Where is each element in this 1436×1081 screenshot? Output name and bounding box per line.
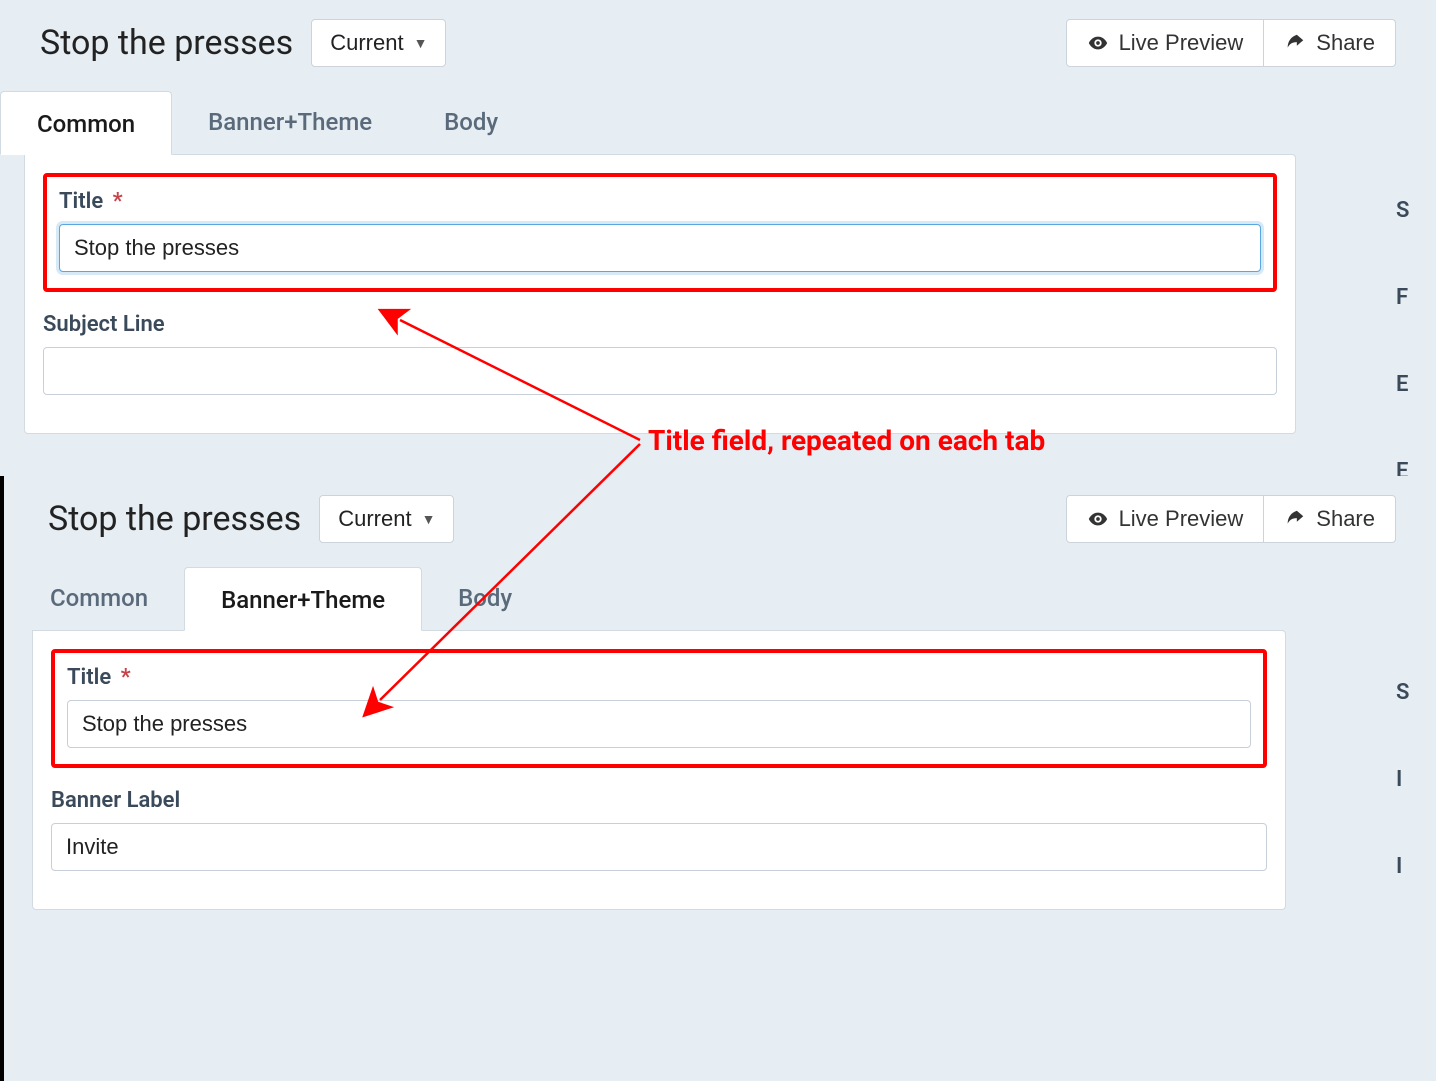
page-title: Stop the presses	[48, 499, 301, 539]
title-field-group: Title *	[43, 173, 1277, 292]
banner-label-field-group: Banner Label	[51, 788, 1267, 871]
banner-label-input[interactable]	[51, 823, 1267, 871]
share-icon	[1284, 508, 1306, 530]
live-preview-button[interactable]: Live Preview	[1066, 19, 1265, 67]
share-label: Share	[1316, 30, 1375, 56]
version-label: Current	[338, 506, 411, 532]
annotation-text: Title field, repeated on each tab	[648, 424, 1045, 457]
tabs: Common Banner+Theme Body	[0, 90, 1436, 154]
share-button[interactable]: Share	[1264, 19, 1396, 67]
share-icon	[1284, 32, 1306, 54]
tab-body[interactable]: Body	[422, 566, 548, 630]
side-partial: S I I	[1396, 680, 1436, 941]
eye-icon	[1087, 508, 1109, 530]
required-marker: *	[121, 665, 131, 690]
tab-banner-theme[interactable]: Banner+Theme	[184, 567, 422, 631]
tab-body[interactable]: Body	[408, 90, 534, 154]
eye-icon	[1087, 32, 1109, 54]
share-button[interactable]: Share	[1264, 495, 1396, 543]
live-preview-label: Live Preview	[1119, 30, 1244, 56]
panel-banner-theme: Stop the presses Current ▼ Live Preview …	[0, 476, 1436, 1081]
version-dropdown[interactable]: Current ▼	[319, 495, 454, 543]
tab-common[interactable]: Common	[0, 91, 172, 155]
header-actions: Live Preview Share	[1066, 495, 1396, 543]
live-preview-label: Live Preview	[1119, 506, 1244, 532]
required-marker: *	[113, 189, 123, 214]
title-input[interactable]	[67, 700, 1251, 748]
chevron-down-icon: ▼	[414, 35, 428, 51]
form-common: Title * Subject Line	[24, 154, 1296, 434]
panel-common: Stop the presses Current ▼ Live Preview …	[0, 0, 1436, 476]
chevron-down-icon: ▼	[422, 511, 436, 527]
version-label: Current	[330, 30, 403, 56]
subject-label: Subject Line	[43, 312, 1277, 337]
header: Stop the presses Current ▼ Live Preview …	[4, 476, 1436, 562]
subject-input[interactable]	[43, 347, 1277, 395]
subject-field-group: Subject Line	[43, 312, 1277, 395]
share-label: Share	[1316, 506, 1375, 532]
live-preview-button[interactable]: Live Preview	[1066, 495, 1265, 543]
title-label: Title *	[59, 189, 1261, 214]
tab-banner-theme[interactable]: Banner+Theme	[172, 90, 408, 154]
form-banner-theme: Title * Banner Label	[32, 630, 1286, 910]
tabs: Common Banner+Theme Body	[4, 566, 1436, 630]
title-input[interactable]	[59, 224, 1261, 272]
title-label: Title *	[67, 665, 1251, 690]
version-dropdown[interactable]: Current ▼	[311, 19, 446, 67]
banner-label-label: Banner Label	[51, 788, 1267, 813]
title-field-group: Title *	[51, 649, 1267, 768]
header-actions: Live Preview Share	[1066, 19, 1396, 67]
page-title: Stop the presses	[40, 23, 293, 63]
tab-common[interactable]: Common	[14, 566, 184, 630]
header: Stop the presses Current ▼ Live Preview …	[0, 0, 1436, 86]
